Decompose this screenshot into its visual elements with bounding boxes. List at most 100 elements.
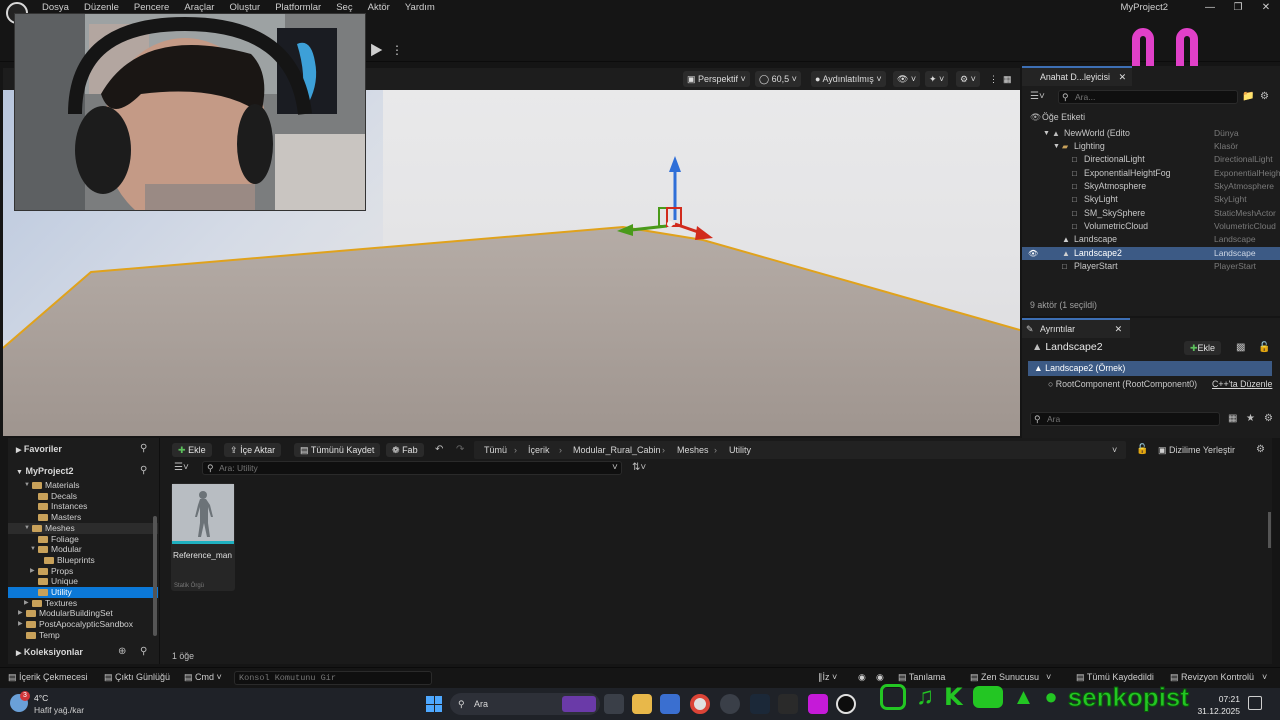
windows-start-icon[interactable] (426, 696, 442, 712)
breadcrumb-meshes[interactable]: Meshes (677, 443, 709, 457)
settings-icon[interactable]: ⚙ (1264, 412, 1273, 426)
chevron-down-icon[interactable]: ˅ (1262, 667, 1267, 687)
chrome-icon[interactable] (690, 694, 710, 714)
collections-header[interactable]: ▶ Koleksiyonlar (16, 647, 83, 657)
star-icon[interactable]: ★ (1246, 412, 1255, 426)
add-collection-icon[interactable]: ⊕ (118, 645, 126, 659)
clock-date[interactable]: 31.12.2025 (1192, 706, 1240, 716)
content-search-input[interactable] (202, 461, 622, 475)
outliner-search-input[interactable] (1058, 90, 1238, 104)
outliner-row[interactable]: 👁 ▲ Landscape2 Landscape (1022, 247, 1280, 260)
expand-arrow-icon[interactable]: ▶ (30, 566, 35, 577)
lit-mode-dropdown[interactable]: ● Aydınlatılmış ˅ (811, 71, 886, 87)
tree-folder-textures[interactable]: ▶ Textures (8, 598, 158, 609)
settings-icon[interactable]: ⚙ (1256, 443, 1265, 457)
search-icon[interactable]: ⚲ (140, 645, 147, 659)
fov-dropdown[interactable]: ◯ 60,5 ˅ (755, 71, 801, 87)
chevron-down-icon[interactable]: ˅ (612, 461, 618, 475)
visibility-icon[interactable]: 👁 (1030, 111, 1041, 124)
instance-row[interactable]: ▲ Landscape2 (Örnek) (1028, 361, 1272, 376)
outliner-row[interactable]: ▲ ▼ NewWorld (Edito Dünya (1022, 127, 1280, 140)
save-all-button[interactable]: ▤ Tümünü Kaydet (294, 443, 381, 457)
outliner-tab[interactable]: Anahat D...leyicisi ✕ (1022, 66, 1132, 86)
favorites-header[interactable]: ▶ Favoriler (16, 444, 62, 454)
outliner-row[interactable]: □ SkyLight SkyLight (1022, 193, 1280, 206)
output-log-button[interactable]: ▤ Çıktı Günlüğü (104, 667, 170, 687)
layout-icon[interactable]: ▦ (999, 71, 1016, 87)
tree-folder-materials[interactable]: ▼ Materials (8, 480, 158, 491)
tree-folder-props[interactable]: ▶ Props (8, 566, 158, 577)
blueprint-icon[interactable]: ▩ (1236, 341, 1245, 355)
expand-arrow-icon[interactable]: ▶ (18, 619, 23, 630)
minimize-icon[interactable]: — (1196, 0, 1224, 16)
grid-view-icon[interactable]: ▦ (1228, 412, 1237, 426)
outliner-row[interactable]: □ ExponentialHeightFog ExponentialHeigh (1022, 167, 1280, 180)
lock-icon[interactable]: 🔓 (1136, 443, 1148, 457)
expand-arrow-icon[interactable]: ▶ (18, 608, 23, 619)
outliner-row[interactable]: □ VolumetricCloud VolumetricCloud (1022, 220, 1280, 233)
menu-actor[interactable]: Aktör (362, 0, 396, 16)
content-drawer-button[interactable]: ▤ İçerik Çekmecesi (8, 667, 88, 687)
show-flags-icon[interactable]: 👁 ˅ (893, 71, 921, 87)
outliner-row[interactable]: □ SM_SkySphere StaticMeshActor (1022, 207, 1280, 220)
outliner-row[interactable]: ▲ Landscape Landscape (1022, 233, 1280, 246)
tree-folder-decals[interactable]: Decals (8, 491, 158, 502)
add-button[interactable]: ✚ Ekle (172, 443, 212, 457)
tree-folder-foliage[interactable]: Foliage (8, 534, 158, 545)
cpp-edit-link[interactable]: C++'ta Düzenle (1212, 379, 1272, 389)
content-scrollbar[interactable] (1268, 512, 1271, 548)
console-input[interactable] (234, 671, 432, 685)
expand-arrow-icon[interactable]: ▶ (24, 598, 29, 609)
maximize-icon[interactable]: ❐ (1224, 0, 1252, 16)
breadcrumb-modular-rural-cabin[interactable]: Modular_Rural_Cabin (573, 443, 661, 457)
settings-icon[interactable]: ⚙ ˅ (956, 71, 980, 87)
close-tab-icon[interactable]: ✕ (1115, 320, 1122, 338)
visibility-icon[interactable]: 👁 (1028, 247, 1038, 260)
filter-icon[interactable]: ☰˅ (174, 461, 189, 475)
chevron-down-icon[interactable]: ˅ (1112, 443, 1117, 457)
details-tab[interactable]: ✎ Ayrıntılar ✕ (1022, 318, 1130, 338)
collapse-arrow-icon[interactable]: ▼ (30, 544, 36, 555)
tree-folder-modularbuildingset[interactable]: ▶ ModularBuildingSet (8, 608, 158, 619)
record-icon[interactable]: ◉ (858, 667, 866, 687)
unreal-engine-icon[interactable] (836, 694, 856, 714)
breadcrumb-utility[interactable]: Utility (729, 443, 751, 457)
forward-icon[interactable]: ↷ (456, 443, 464, 457)
tree-folder-blueprints[interactable]: Blueprints (8, 555, 158, 566)
tree-folder-meshes[interactable]: ▼ Meshes (8, 522, 158, 534)
sort-icon[interactable]: ⇅˅ (632, 461, 646, 475)
expand-arrow-icon[interactable]: ▼ (1053, 140, 1060, 153)
outliner-row[interactable]: □ DirectionalLight DirectionalLight (1022, 153, 1280, 166)
tree-folder-temp[interactable]: Temp (8, 630, 158, 641)
menu-help[interactable]: Yardım (399, 0, 441, 16)
outliner-row[interactable]: □ PlayerStart PlayerStart (1022, 260, 1280, 273)
breadcrumb-content[interactable]: İçerik (528, 443, 550, 457)
clock-time[interactable]: 07:21 (1192, 694, 1240, 704)
root-component-row[interactable]: ○ RootComponent (RootComponent0) (1048, 379, 1197, 389)
notifications-icon[interactable] (1248, 696, 1262, 710)
perspective-dropdown[interactable]: ▣ Perspektif ˅ (683, 71, 750, 87)
search-icon[interactable]: ⚲ (140, 442, 147, 456)
close-icon[interactable]: ✕ (1252, 0, 1280, 16)
close-tab-icon[interactable]: ✕ (1119, 68, 1126, 86)
search-icon[interactable]: ⚲ (140, 464, 147, 478)
import-button[interactable]: ⇪ İçe Aktar (224, 443, 282, 457)
cmd-dropdown[interactable]: ▤ Cmd ˅ (184, 667, 222, 687)
app-icon[interactable] (808, 694, 828, 714)
snap-icon[interactable]: ✦ ˅ (925, 71, 949, 87)
tree-folder-unique[interactable]: Unique (8, 576, 158, 587)
outliner-row[interactable]: □ SkyAtmosphere SkyAtmosphere (1022, 180, 1280, 193)
tree-folder-instances[interactable]: Instances (8, 501, 158, 512)
tree-scrollbar[interactable] (153, 516, 157, 636)
breadcrumb-all[interactable]: Tümü (484, 443, 507, 457)
lock-icon[interactable]: 🔓 (1258, 341, 1270, 355)
file-explorer-icon[interactable] (632, 694, 652, 714)
dock-in-layout-button[interactable]: ▣ Dizilime Yerleştir (1158, 443, 1235, 457)
trace-dropdown[interactable]: ∥İz ˅ (818, 667, 837, 687)
settings-icon[interactable]: ⚙ (1260, 90, 1269, 104)
project-header[interactable]: ▼ MyProject2 (16, 466, 73, 476)
asset-tile[interactable]: Reference_man Statik Örgü (171, 483, 235, 591)
filter-icon[interactable]: ☰˅ (1030, 90, 1045, 104)
store-icon[interactable] (660, 694, 680, 714)
tree-folder-masters[interactable]: Masters (8, 512, 158, 523)
